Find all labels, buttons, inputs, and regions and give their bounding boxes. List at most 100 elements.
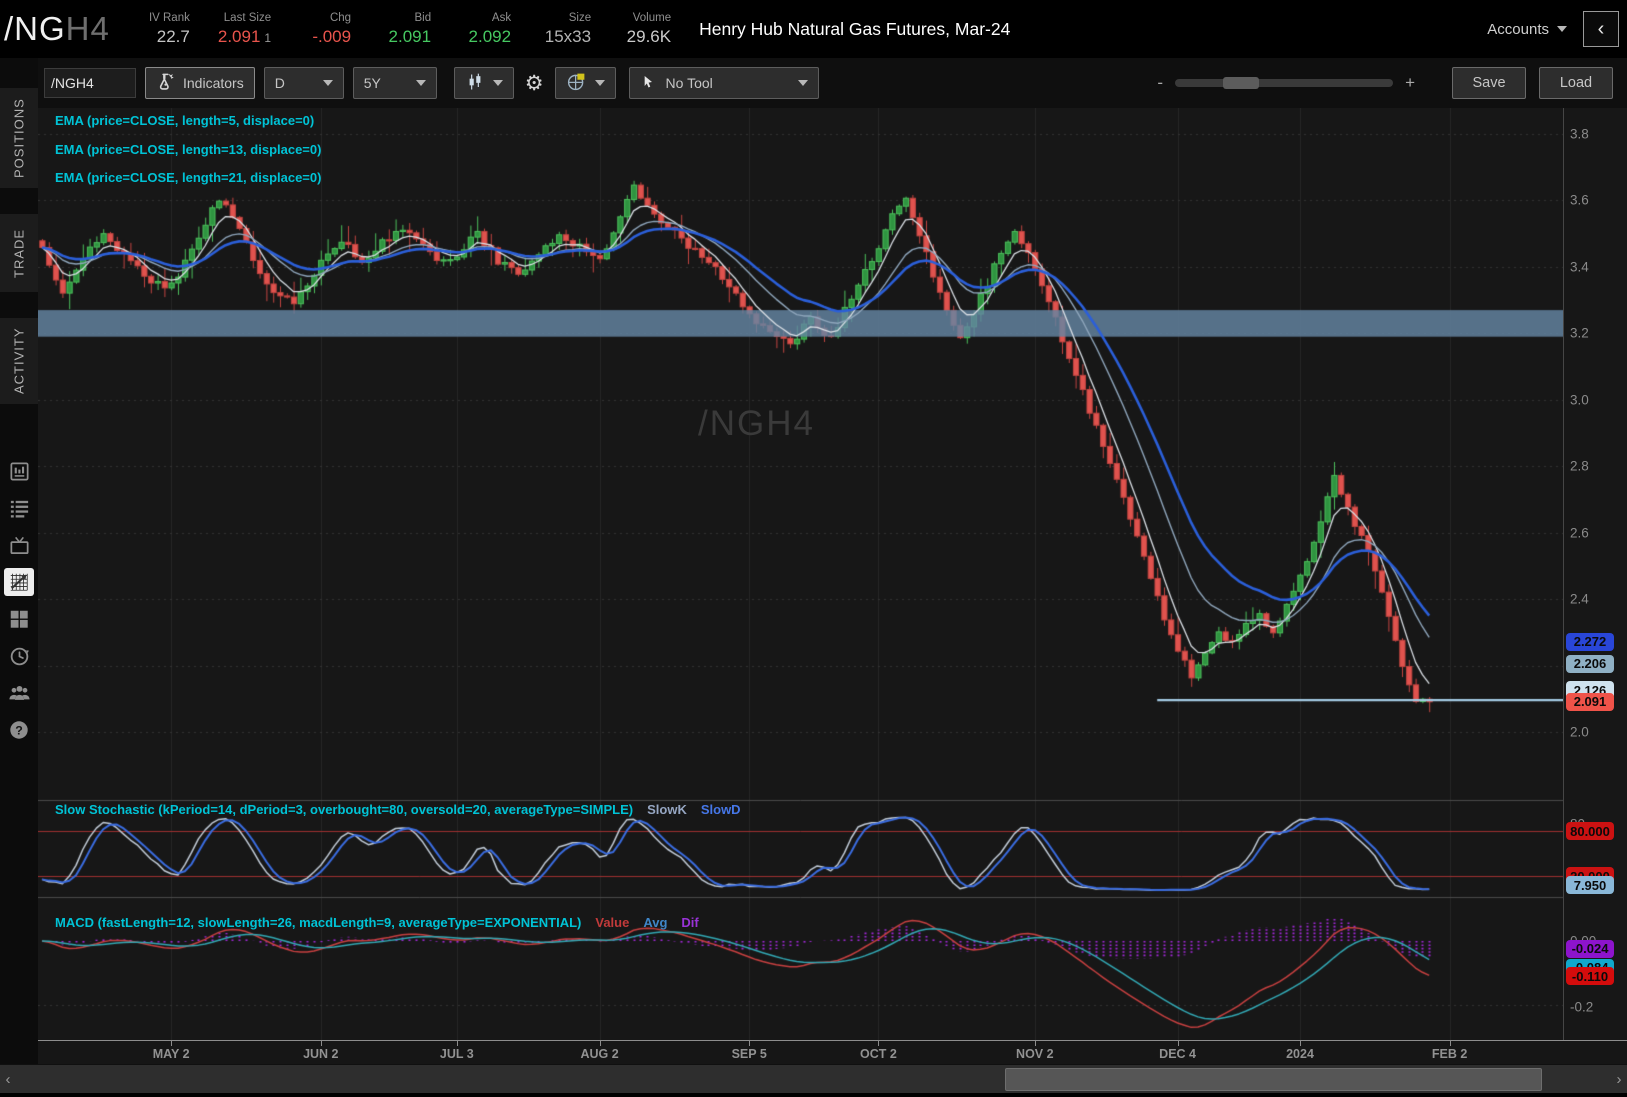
zoom-slider-track[interactable]: [1175, 79, 1393, 87]
symbol-root: /NG: [4, 10, 66, 47]
stat-value: 29.6K: [627, 27, 671, 47]
chart-panel[interactable]: /NGH4 EMA (price=CLOSE, length=5, displa…: [38, 108, 1627, 1040]
axis-tick-mark: [171, 1041, 172, 1046]
chevron-down-icon: [323, 80, 333, 86]
stat-value: 22.7: [157, 27, 190, 47]
stat-value: 2.0911: [218, 27, 271, 47]
history-clock-icon[interactable]: [0, 643, 38, 669]
studies-flask-icon: [156, 72, 175, 94]
sidebar-tab-activity[interactable]: ACTIVITY: [0, 318, 38, 404]
gear-icon: ⚙: [525, 73, 544, 94]
stat-suffix: 1: [264, 31, 271, 45]
price-axis[interactable]: 3.83.63.43.23.02.82.62.42.0800.00-0.22.1…: [1563, 108, 1627, 1040]
study-series-label: Avg: [643, 915, 667, 930]
axis-tick-label: 2.0: [1570, 725, 1589, 740]
axis-tick-label: 2.4: [1570, 592, 1589, 607]
quote-stat: Volume 29.6K: [619, 12, 671, 47]
scroll-right-arrow-icon[interactable]: ›: [1611, 1065, 1627, 1093]
dashboard-icon[interactable]: [0, 606, 38, 632]
chart-settings-button[interactable]: ⚙: [523, 68, 546, 98]
active-tool-tile: [4, 568, 34, 596]
sidebar-tab-trade[interactable]: TRADE: [0, 214, 38, 292]
chart-style-dropdown[interactable]: [454, 67, 514, 99]
people-icon[interactable]: [0, 680, 38, 706]
drawing-tool-dropdown[interactable]: No Tool: [629, 67, 819, 99]
time-axis-label: AUG 2: [580, 1047, 618, 1061]
axis-price-bubble: 2.272: [1566, 633, 1614, 651]
scroll-left-arrow-icon[interactable]: ‹: [0, 1065, 16, 1093]
help-icon[interactable]: ?: [0, 717, 38, 743]
axis-price-bubble: 2.206: [1566, 655, 1614, 673]
timeframe-value: D: [275, 75, 285, 91]
stat-value: 15x33: [545, 27, 591, 47]
app-window: /NGH4 IV Rank22.7Last Size2.0911Chg-.009…: [0, 0, 1627, 1097]
zoom-out-button[interactable]: -: [1157, 73, 1163, 93]
axis-tick-label: -0.2: [1570, 1000, 1593, 1015]
axis-tick-label: 2.8: [1570, 459, 1589, 474]
stat-label: Bid: [414, 12, 431, 24]
save-button[interactable]: Save: [1452, 67, 1526, 99]
timeframe-dropdown[interactable]: D: [264, 67, 344, 99]
axis-tick-label: 3.4: [1570, 259, 1589, 274]
time-axis-label: 2024: [1286, 1047, 1314, 1061]
symbol-logo: /NGH4: [0, 10, 124, 48]
quote-header: /NGH4 IV Rank22.7Last Size2.0911Chg-.009…: [0, 0, 1627, 58]
axis-tick-mark: [457, 1041, 458, 1046]
axis-tick-label: 3.2: [1570, 326, 1589, 341]
chart-toolbar: Indicators D 5Y ⚙ No Tool: [38, 58, 1627, 108]
tv-icon[interactable]: [0, 532, 38, 558]
axis-tick-mark: [321, 1041, 322, 1046]
watchlist-icon[interactable]: [0, 495, 38, 521]
ema-label: EMA (price=CLOSE, length=5, displace=0): [55, 113, 321, 128]
sidebar-tab-positions[interactable]: POSITIONS: [0, 88, 38, 188]
axis-tick-label: 2.6: [1570, 525, 1589, 540]
time-axis-label: SEP 5: [732, 1047, 767, 1061]
chevron-down-icon: [798, 80, 808, 86]
tool-label: No Tool: [666, 75, 713, 91]
symbol-input[interactable]: [44, 68, 136, 98]
axis-price-bubble: 2.091: [1566, 693, 1614, 711]
stat-label: Last Size: [224, 12, 271, 24]
axis-tick-mark: [878, 1041, 879, 1046]
axis-tick-mark: [1178, 1041, 1179, 1046]
scrollbar-thumb[interactable]: [1005, 1068, 1542, 1091]
report-chart-icon[interactable]: [0, 458, 38, 484]
chart-horizontal-scrollbar[interactable]: ‹ ›: [0, 1064, 1627, 1093]
axis-tick-mark: [1300, 1041, 1301, 1046]
indicators-label: Indicators: [183, 75, 244, 91]
stochastic-study-label: Slow Stochastic (kPeriod=14, dPeriod=3, …: [55, 802, 741, 817]
range-dropdown[interactable]: 5Y: [353, 67, 437, 99]
quote-stat: Bid2.091: [379, 12, 431, 47]
time-axis-label: NOV 2: [1016, 1047, 1054, 1061]
ema-study-labels: EMA (price=CLOSE, length=5, displace=0)E…: [55, 113, 321, 199]
symbol-watermark: /NGH4: [698, 404, 815, 444]
range-value: 5Y: [364, 75, 381, 91]
chart-grid-icon[interactable]: [0, 569, 38, 595]
zoom-in-button[interactable]: +: [1405, 73, 1415, 93]
time-axis-label: OCT 2: [860, 1047, 897, 1061]
time-axis-label: FEB 2: [1432, 1047, 1467, 1061]
axis-tick-mark: [1035, 1041, 1036, 1046]
study-series-label: Dif: [681, 915, 698, 930]
study-title: MACD (fastLength=12, slowLength=26, macd…: [55, 915, 581, 930]
indicators-button[interactable]: Indicators: [145, 67, 255, 99]
time-axis[interactable]: MAY 2JUN 2JUL 3AUG 2SEP 5OCT 2NOV 2DEC 4…: [38, 1040, 1627, 1065]
stat-label: Size: [569, 12, 591, 24]
chevron-down-icon: [1557, 26, 1567, 32]
grid-globe-icon: [566, 71, 587, 95]
accounts-dropdown[interactable]: Accounts: [1487, 21, 1567, 38]
stat-label: Ask: [492, 12, 511, 24]
axis-tick-label: 3.8: [1570, 127, 1589, 142]
grid-layout-dropdown[interactable]: [555, 67, 616, 99]
price-chart-canvas[interactable]: [38, 108, 1563, 1040]
load-button[interactable]: Load: [1539, 67, 1613, 99]
stat-label: Volume: [633, 12, 671, 24]
collapse-panel-button[interactable]: ‹: [1583, 11, 1619, 47]
candlestick-style-icon: [465, 72, 485, 95]
axis-tick-mark: [600, 1041, 601, 1046]
zoom-slider-thumb[interactable]: [1223, 77, 1259, 89]
quote-stats: IV Rank22.7Last Size2.0911Chg-.009Bid2.0…: [124, 12, 685, 47]
axis-price-bubble: -0.110: [1566, 967, 1614, 985]
stat-value: -.009: [312, 27, 351, 47]
svg-text:?: ?: [15, 724, 23, 738]
